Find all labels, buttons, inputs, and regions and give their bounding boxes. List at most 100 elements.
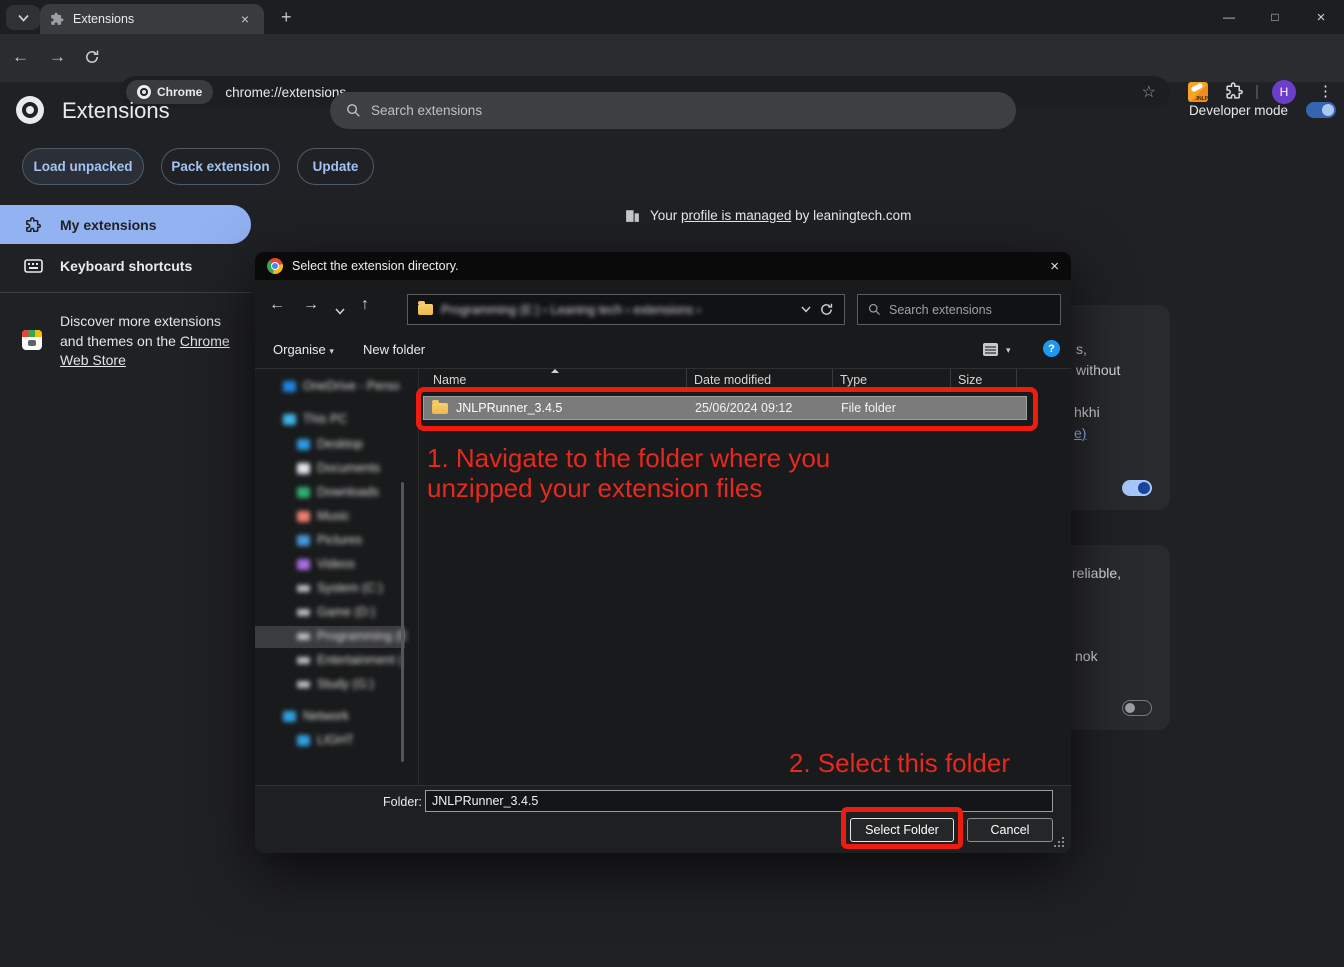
window-minimize-button[interactable]: —	[1206, 0, 1252, 34]
folder-icon	[432, 403, 448, 414]
documents-icon	[297, 463, 310, 474]
chrome-chip-label: Chrome	[157, 85, 202, 99]
load-unpacked-button[interactable]: Load unpacked	[22, 148, 144, 185]
tree-item-light[interactable]: LIGHT	[297, 733, 354, 747]
network-device-icon	[297, 735, 310, 746]
dialog-recent-chevron-button[interactable]	[335, 302, 345, 320]
folder-name-input[interactable]	[425, 790, 1053, 812]
tree-item-study-g[interactable]: Study (G:)	[297, 677, 374, 691]
sidebar-item-my-extensions[interactable]: My extensions	[0, 205, 251, 244]
extension-disabled-toggle[interactable]	[1122, 700, 1152, 716]
extensions-search-input[interactable]	[371, 103, 1000, 118]
dialog-close-icon[interactable]: ×	[1050, 258, 1059, 275]
tab-search-button[interactable]	[6, 5, 40, 30]
dialog-title-bar: Select the extension directory. ×	[255, 252, 1071, 280]
tree-item-desktop[interactable]: Desktop	[297, 437, 363, 451]
new-folder-button[interactable]: New folder	[363, 342, 425, 357]
back-button[interactable]: ←	[12, 47, 29, 67]
view-mode-caret-icon[interactable]: ▾	[1006, 345, 1011, 356]
extensions-search[interactable]	[330, 92, 1016, 129]
notice-prefix: Your	[650, 208, 681, 223]
drive-icon	[297, 681, 310, 688]
help-button[interactable]: ?	[1043, 340, 1060, 357]
tree-item-this-pc[interactable]: This PC	[283, 412, 347, 426]
column-header-date-modified[interactable]: Date modified	[694, 373, 771, 387]
caret-down-icon: ▾	[329, 346, 334, 356]
puzzle-icon	[24, 216, 60, 234]
extension-enabled-toggle[interactable]	[1122, 480, 1152, 496]
tree-item-programming-e[interactable]: Programming (E	[297, 629, 408, 643]
jnlp-extension-icon[interactable]: JNLP	[1188, 82, 1208, 102]
discover-text: Discover more extensions and themes on t…	[60, 312, 239, 371]
notice-text: Your profile is managed by leaningtech.c…	[650, 208, 911, 223]
drive-icon	[297, 609, 310, 616]
managed-profile-notice: Your profile is managed by leaningtech.c…	[624, 207, 911, 224]
sidebar-item-keyboard-shortcuts[interactable]: Keyboard shortcuts	[0, 247, 251, 285]
window-close-button[interactable]: ×	[1298, 0, 1344, 34]
sidebar-item-label: My extensions	[60, 217, 156, 233]
card-link-fragment[interactable]: e)	[1074, 425, 1086, 441]
dialog-up-button[interactable]: ↑	[361, 296, 369, 314]
videos-icon	[297, 559, 310, 570]
extensions-page-logo-icon	[16, 96, 44, 124]
chrome-web-store-icon	[22, 330, 42, 350]
tab-close-icon[interactable]: ×	[236, 10, 254, 28]
file-row-jnlprunner[interactable]: JNLPRunner_3.4.5 25/06/2024 09:12 File f…	[423, 396, 1027, 420]
tree-item-downloads[interactable]: Downloads	[297, 485, 379, 499]
forward-button[interactable]: →	[49, 47, 66, 67]
computer-icon	[283, 414, 296, 425]
reload-button[interactable]	[84, 49, 100, 70]
tree-item-system-c[interactable]: System (C:)	[297, 581, 383, 595]
dialog-back-button[interactable]: ←	[269, 296, 285, 314]
tree-item-music[interactable]: Music	[297, 509, 350, 523]
organise-menu[interactable]: Organise ▾	[273, 342, 334, 357]
column-header-type[interactable]: Type	[840, 373, 867, 387]
search-icon	[868, 303, 881, 316]
tab-extensions[interactable]: Extensions ×	[40, 4, 264, 34]
tree-item-videos[interactable]: Videos	[297, 557, 355, 571]
dialog-search[interactable]	[857, 294, 1061, 325]
update-button[interactable]: Update	[297, 148, 374, 185]
organise-label: Organise	[273, 342, 326, 357]
resize-grip[interactable]	[1062, 837, 1064, 839]
profile-avatar[interactable]: H	[1272, 80, 1296, 104]
tree-item-game-d[interactable]: Game (D:)	[297, 605, 375, 619]
chevron-down-icon[interactable]	[801, 306, 811, 313]
breadcrumb-path: Programming (E:) › Leaning tech › extens…	[441, 303, 793, 317]
tree-item-entertainment-f[interactable]: Entertainment (	[297, 653, 402, 667]
chevron-down-icon	[18, 14, 29, 22]
annotation-step1: 1. Navigate to the folder where you unzi…	[427, 443, 830, 503]
column-header-size[interactable]: Size	[958, 373, 982, 387]
sort-ascending-icon	[551, 365, 559, 373]
jnlp-extension-label: JNLP	[1188, 96, 1208, 102]
view-mode-button[interactable]	[983, 343, 998, 356]
new-tab-button[interactable]: +	[281, 7, 292, 28]
window-maximize-button[interactable]: □	[1252, 0, 1298, 34]
tree-item-network[interactable]: Network	[283, 709, 349, 723]
pack-extension-button[interactable]: Pack extension	[161, 148, 280, 185]
profile-managed-link[interactable]: profile is managed	[681, 208, 791, 223]
card-text-fragment: without	[1076, 362, 1120, 378]
chrome-logo-icon	[137, 85, 151, 99]
developer-mode-toggle[interactable]	[1306, 102, 1336, 118]
tree-item-pictures[interactable]: Pictures	[297, 533, 362, 547]
tab-title: Extensions	[73, 12, 236, 26]
breadcrumb-bar[interactable]: Programming (E:) › Leaning tech › extens…	[407, 294, 845, 325]
column-header-name[interactable]: Name	[433, 373, 466, 387]
dialog-footer: Folder: Select Folder Cancel	[255, 785, 1071, 853]
bookmark-star-icon[interactable]: ☆	[1142, 82, 1156, 102]
chrome-logo-icon	[267, 258, 283, 274]
dialog-divider	[255, 368, 1071, 369]
browser-menu-button[interactable]: ⋮	[1318, 82, 1333, 100]
tree-item-documents[interactable]: Documents	[297, 461, 380, 475]
refresh-icon[interactable]	[819, 302, 834, 317]
select-folder-button[interactable]: Select Folder	[850, 818, 954, 842]
cancel-button[interactable]: Cancel	[967, 818, 1053, 842]
tree-item-onedrive[interactable]: OneDrive - Perso	[283, 379, 400, 393]
dialog-forward-button[interactable]: →	[303, 296, 319, 314]
sidebar-scrollbar[interactable]	[401, 482, 404, 762]
developer-mode-label: Developer mode	[1189, 103, 1288, 118]
dialog-search-input[interactable]	[889, 303, 1050, 317]
select-directory-dialog: Select the extension directory. × ← → ↑ …	[255, 252, 1071, 853]
network-icon	[283, 711, 296, 722]
